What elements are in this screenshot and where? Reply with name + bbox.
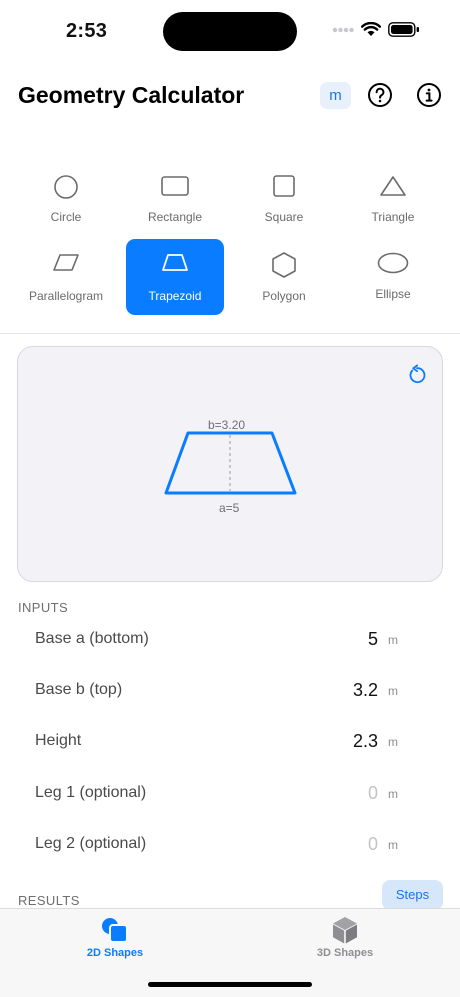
square-icon [273,175,295,197]
shape-tile-circle[interactable]: Circle [17,162,115,238]
status-icons [332,22,420,37]
trapezoid-icon [162,254,188,271]
input-row-leg-2: Leg 2 (optional) 0 m [0,821,460,872]
shape-label: Polygon [262,289,306,303]
shape-tile-square[interactable]: Square [235,162,333,238]
page-title: Geometry Calculator [18,82,245,108]
app-header: Geometry Calculator m [0,70,460,122]
unit-label: m [388,838,398,852]
steps-button[interactable]: Steps [382,880,443,910]
home-indicator [148,982,312,987]
input-label: Height [35,732,82,749]
cellular-signal-icon [332,27,354,32]
battery-icon [388,22,419,37]
input-row-base-b: Base b (top) 3.2 m [0,667,460,718]
shape-label: Rectangle [147,210,203,224]
shape-label: Parallelogram [28,289,104,303]
shape-label: Triangle [371,210,415,224]
input-label: Base a (bottom) [35,630,149,647]
status-time: 2:53 [66,20,108,42]
divider [0,333,460,334]
shape-tile-ellipse[interactable]: Ellipse [344,239,442,315]
shape-tile-trapezoid[interactable]: Trapezoid [126,239,224,315]
question-circle-icon[interactable] [367,82,393,108]
dynamic-island [163,12,297,51]
shape-label: Trapezoid [148,289,202,303]
tab-label: 3D Shapes [316,947,374,959]
results-section-title: RESULTS [18,893,80,908]
base-b-input[interactable]: 3.2 [353,680,378,701]
shape-label: Circle [50,210,82,224]
input-label: Base b (top) [35,681,123,698]
leg-1-input[interactable]: 0 [368,783,378,804]
unit-label: m [388,735,398,749]
unit-label: m [388,787,398,801]
input-label: Leg 2 (optional) [35,835,147,852]
shape-label: Ellipse [375,287,411,301]
top-base-label: b=3.20 [208,418,246,432]
unit-label: m [388,684,398,698]
trapezoid-diagram [164,431,297,495]
inputs-section-title: INPUTS [18,600,69,615]
2d-shapes-icon [102,918,128,943]
shape-tile-polygon[interactable]: Polygon [235,239,333,315]
tab-2d-shapes[interactable]: 2D Shapes [0,909,230,969]
shape-tile-parallelogram[interactable]: Parallelogram [17,239,115,315]
hexagon-icon [272,252,296,278]
unit-label: m [388,633,398,647]
shape-label: Square [264,210,304,224]
status-bar: 2:53 [0,0,460,62]
parallelogram-icon [53,254,79,271]
cube-icon [333,917,357,944]
shape-tile-triangle[interactable]: Triangle [344,162,442,238]
bottom-base-label: a=5 [219,501,240,515]
circle-icon [54,175,78,199]
input-row-height: Height 2.3 m [0,718,460,769]
shape-tile-rectangle[interactable]: Rectangle [126,162,224,238]
input-row-leg-1: Leg 1 (optional) 0 m [0,770,460,821]
wifi-icon [361,22,381,36]
base-a-input[interactable]: 5 [368,629,378,650]
rectangle-icon [161,176,189,196]
input-row-base-a: Base a (bottom) 5 m [0,616,460,667]
height-input[interactable]: 2.3 [353,731,378,752]
tab-3d-shapes[interactable]: 3D Shapes [230,909,460,969]
leg-2-input[interactable]: 0 [368,834,378,855]
info-circle-icon[interactable] [416,82,442,108]
tab-label: 2D Shapes [86,947,144,959]
triangle-icon [380,176,406,196]
ellipse-icon [377,252,409,274]
unit-toggle-button[interactable]: m [320,82,351,109]
input-label: Leg 1 (optional) [35,784,147,801]
shape-preview: b=3.20 a=5 [17,346,443,582]
